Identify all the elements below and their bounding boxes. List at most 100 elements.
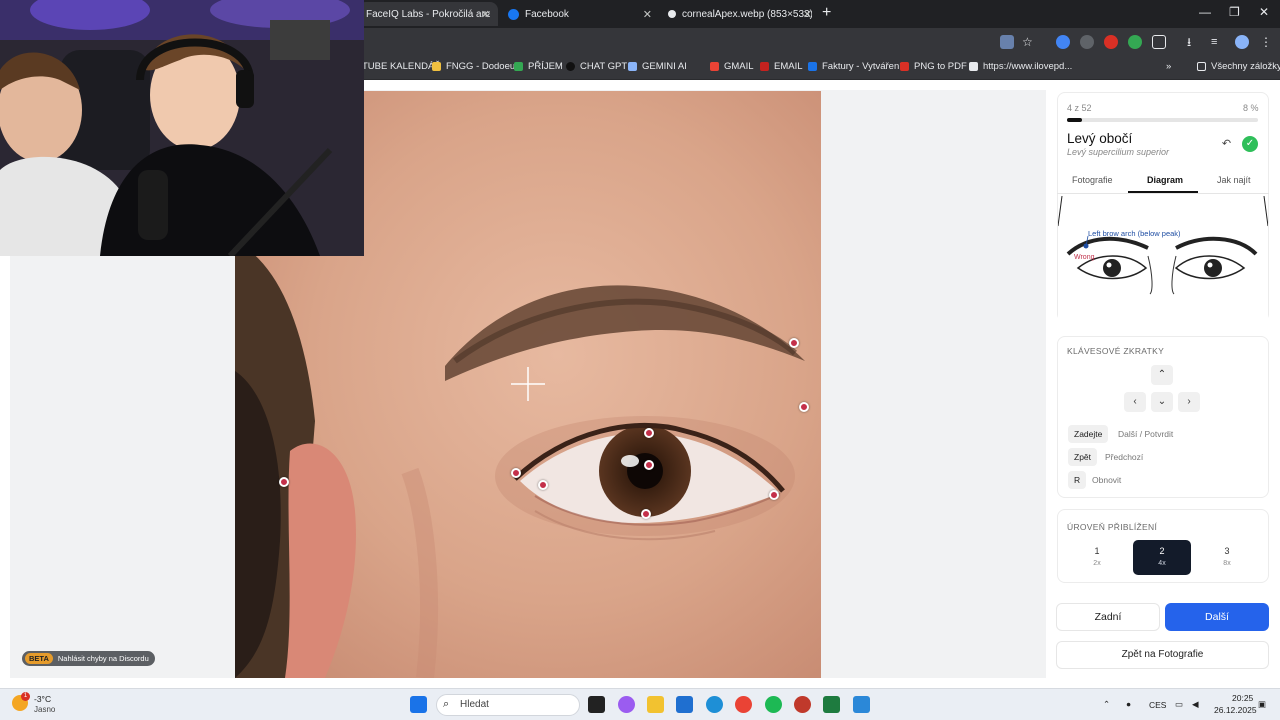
bookmark-label: https://www.ilovepd... xyxy=(983,61,1073,72)
new-tab-icon[interactable]: + xyxy=(822,4,831,22)
zoom-scale: 4x xyxy=(1158,560,1166,567)
app-icon[interactable] xyxy=(823,696,840,713)
bookmark[interactable]: GEMINI AI xyxy=(628,61,687,72)
landmark-point[interactable] xyxy=(641,509,651,519)
zoom-scale: 2x xyxy=(1093,560,1101,567)
tab-faceiq[interactable]: FaceIQ Labs - Pokročilá analýza ✕ xyxy=(358,2,498,26)
landmark-point[interactable] xyxy=(789,338,799,348)
shortcut-desc: Předchozí xyxy=(1105,452,1144,462)
download-icon[interactable]: ⭳ xyxy=(1187,35,1201,49)
start-icon[interactable] xyxy=(410,696,427,713)
menu-icon[interactable]: ⋮ xyxy=(1260,35,1274,49)
tray-chevron-icon[interactable]: ⌃ xyxy=(1103,699,1110,710)
notifications-icon[interactable]: ▣ xyxy=(1258,699,1266,710)
bookmarks-overflow-icon[interactable]: » xyxy=(1166,61,1171,72)
translate-icon[interactable] xyxy=(1000,35,1014,49)
spotify-icon[interactable] xyxy=(765,696,782,713)
window-close-icon[interactable]: ✕ xyxy=(1259,5,1269,19)
network-icon[interactable]: ▭ xyxy=(1175,699,1183,710)
search-input[interactable]: Hledat xyxy=(436,694,580,716)
back-button[interactable]: Zadní xyxy=(1056,603,1160,631)
landmark-point[interactable] xyxy=(279,477,289,487)
windows-taskbar: 1 -3°C Jasno Hledat ⌕ ⌃ ● CES ▭ ◀ 20:25 … xyxy=(0,688,1280,720)
copilot-icon[interactable] xyxy=(618,696,635,713)
report-bug-text: Nahlásit chyby na Discordu xyxy=(57,654,149,663)
close-icon[interactable]: ✕ xyxy=(481,8,490,21)
bookmark[interactable]: PŘÍJEM xyxy=(514,61,563,72)
zoom-option-3[interactable]: 3 8x xyxy=(1198,540,1256,575)
beta-tag: BETA xyxy=(25,653,53,664)
bookmark[interactable]: GMAIL xyxy=(710,61,754,72)
minimize-icon[interactable]: — xyxy=(1199,5,1211,19)
extension-icon[interactable] xyxy=(1080,35,1094,49)
bookmark-label: Všechny záložky xyxy=(1211,61,1280,72)
bookmark-label: GMAIL xyxy=(724,61,754,72)
shortcuts-title: KLÁVESOVÉ ZKRATKY xyxy=(1067,346,1165,356)
active-tab-indicator xyxy=(1128,191,1198,193)
landmark-point[interactable] xyxy=(644,460,654,470)
next-button[interactable]: Další xyxy=(1165,603,1269,631)
bookmark[interactable]: CHAT GPT xyxy=(566,61,627,72)
outlook-icon[interactable] xyxy=(676,696,693,713)
maximize-icon[interactable]: ❐ xyxy=(1229,5,1240,19)
bookmark[interactable]: TUBE KALENDÁŘ xyxy=(362,61,441,72)
bookmark[interactable]: https://www.ilovepd... xyxy=(969,61,1072,72)
extension-icon[interactable] xyxy=(1056,35,1070,49)
landmark-point[interactable] xyxy=(769,490,779,500)
explorer-icon[interactable] xyxy=(647,696,664,713)
landmark-point[interactable] xyxy=(644,428,654,438)
bookmark-icon xyxy=(760,62,769,71)
tab-diagram[interactable]: Diagram xyxy=(1147,175,1183,185)
report-bug-badge[interactable]: BETA Nahlásit chyby na Discordu xyxy=(22,651,155,666)
zoom-option-1[interactable]: 1 2x xyxy=(1068,540,1126,575)
app-icon[interactable] xyxy=(794,696,811,713)
microphone-icon[interactable]: ● xyxy=(1126,699,1131,709)
screen: BETA Nahlásit chyby na Discordu 4 z 52 8… xyxy=(0,0,1280,720)
media-icon[interactable]: ≡ xyxy=(1211,35,1225,49)
tab-image[interactable]: cornealApex.webp (853×533) ✕ xyxy=(660,2,820,26)
close-icon[interactable]: ✕ xyxy=(643,8,652,21)
tab-title: Facebook xyxy=(525,8,569,20)
diagram-wrong-label: Wrong xyxy=(1074,254,1095,261)
avatar[interactable] xyxy=(1235,35,1249,49)
language-indicator[interactable]: CES xyxy=(1149,700,1166,710)
zoom-number: 3 xyxy=(1224,546,1230,556)
tab-how-to-find[interactable]: Jak najít xyxy=(1217,175,1251,185)
bookmark[interactable]: Faktury - Vytváření xyxy=(808,61,902,72)
bookmark-icon xyxy=(514,62,523,71)
all-bookmarks[interactable]: Všechny záložky xyxy=(1197,61,1280,72)
landmark-point[interactable] xyxy=(538,480,548,490)
landmark-point[interactable] xyxy=(799,402,809,412)
clock-date[interactable]: 26.12.2025 xyxy=(1214,705,1257,715)
extension-icon[interactable] xyxy=(1104,35,1118,49)
chrome-icon[interactable] xyxy=(735,696,752,713)
bookmark[interactable]: EMAIL xyxy=(760,61,803,72)
zoom-number: 1 xyxy=(1094,546,1100,556)
volume-icon[interactable]: ◀ xyxy=(1192,699,1199,710)
puzzle-icon[interactable] xyxy=(1152,35,1166,49)
back-to-photos-button[interactable]: Zpět na Fotografie xyxy=(1056,641,1269,669)
clock-time[interactable]: 20:25 xyxy=(1232,693,1253,703)
progress-fill xyxy=(1067,118,1083,122)
tab-photos[interactable]: Fotografie xyxy=(1072,175,1113,185)
undo-button[interactable]: ↶ xyxy=(1218,136,1235,153)
close-icon[interactable]: ✕ xyxy=(803,8,812,21)
task-view-icon[interactable] xyxy=(588,696,605,713)
bookmark-icon xyxy=(628,62,637,71)
shortcut-key: R xyxy=(1068,471,1087,489)
extension-icon[interactable] xyxy=(1128,35,1142,49)
star-icon[interactable]: ☆ xyxy=(1022,35,1036,49)
bookmark[interactable]: PNG to PDF xyxy=(900,61,967,72)
bookmark-icon xyxy=(566,62,575,71)
landmark-point[interactable] xyxy=(511,468,521,478)
center-crosshair xyxy=(511,367,545,401)
key-up: ⌃ xyxy=(1151,365,1173,385)
tab-facebook[interactable]: Facebook ✕ xyxy=(500,2,660,26)
edge-icon[interactable] xyxy=(706,696,723,713)
progress-percent: 8 % xyxy=(1243,103,1259,113)
zoom-option-2[interactable]: 2 4x xyxy=(1133,540,1191,575)
app-icon[interactable] xyxy=(853,696,870,713)
bookmark-icon xyxy=(710,62,719,71)
confirm-button[interactable]: ✓ xyxy=(1242,136,1258,152)
bookmark[interactable]: FNGG - Dodoeu xyxy=(432,61,515,72)
